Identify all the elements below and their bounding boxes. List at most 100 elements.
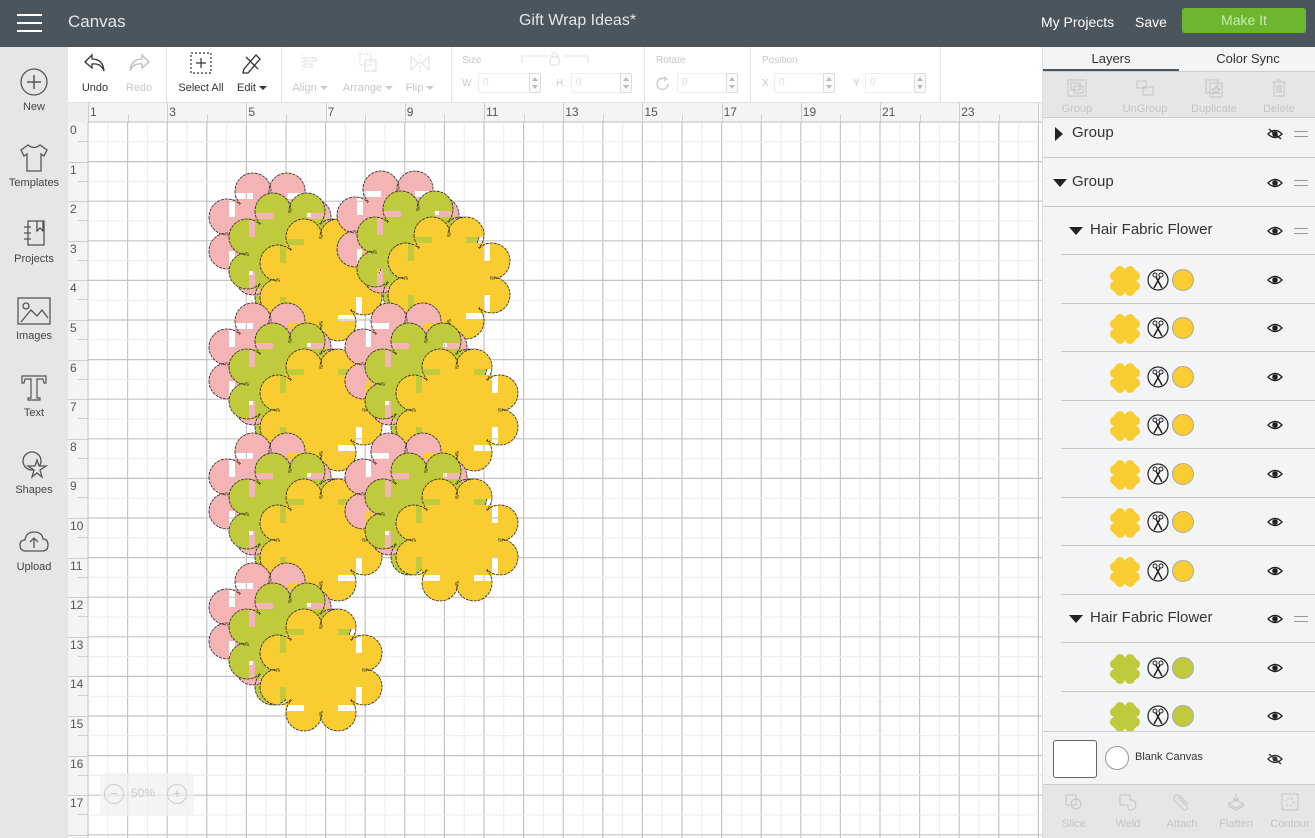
collapse-triangle-icon[interactable] xyxy=(1055,127,1063,141)
scissors-cut-icon[interactable] xyxy=(1147,414,1169,436)
eye-hidden-icon[interactable] xyxy=(1267,128,1283,140)
drag-handle-icon[interactable] xyxy=(1294,179,1308,186)
contour-button[interactable]: Contour xyxy=(1263,793,1315,830)
eye-icon[interactable] xyxy=(1267,225,1283,237)
eye-icon[interactable] xyxy=(1267,322,1283,334)
layer-color-swatch[interactable] xyxy=(1172,317,1194,339)
zoom-out-button[interactable]: − xyxy=(104,784,124,804)
flatten-button[interactable]: Flatten xyxy=(1209,793,1263,830)
eye-icon[interactable] xyxy=(1267,565,1283,577)
save-button[interactable]: Save xyxy=(1135,14,1167,30)
layer-shape-row[interactable] xyxy=(1061,304,1315,352)
layer-color-swatch[interactable] xyxy=(1172,414,1194,436)
arrange-dropdown[interactable]: Arrange xyxy=(340,51,396,94)
scissors-cut-icon[interactable] xyxy=(1147,656,1169,679)
drag-handle-icon[interactable] xyxy=(1294,228,1308,234)
width-stepper[interactable] xyxy=(529,73,541,93)
layer-color-swatch[interactable] xyxy=(1172,511,1194,533)
attach-button[interactable]: Attach xyxy=(1155,793,1209,830)
scissors-cut-icon[interactable] xyxy=(1147,511,1169,533)
layer-group-row[interactable]: Group xyxy=(1043,118,1315,158)
weld-button[interactable]: Weld xyxy=(1101,793,1155,830)
layers-list[interactable]: Group Group Hair Fabric Flower Hair Fabric … xyxy=(1043,117,1315,731)
height-input[interactable]: 0 xyxy=(571,73,621,93)
layer-shape-row[interactable] xyxy=(1061,547,1315,595)
eye-icon[interactable] xyxy=(1267,468,1283,480)
layer-color-swatch[interactable] xyxy=(1172,559,1194,582)
layer-color-swatch[interactable] xyxy=(1172,462,1194,485)
sidebar-item-templates[interactable]: Templates xyxy=(0,143,68,213)
expand-triangle-icon[interactable] xyxy=(1069,227,1083,235)
layer-subgroup-row[interactable]: Hair Fabric Flower xyxy=(1061,207,1315,255)
eye-icon[interactable] xyxy=(1267,419,1283,431)
layer-color-swatch[interactable] xyxy=(1172,705,1194,727)
undo-button[interactable]: Undo xyxy=(80,51,110,94)
rotate-stepper[interactable] xyxy=(726,73,738,93)
sidebar-item-new[interactable]: New xyxy=(0,67,68,137)
scissors-cut-icon[interactable] xyxy=(1147,268,1169,291)
x-input[interactable]: 0 xyxy=(774,73,824,93)
eye-hidden-icon[interactable] xyxy=(1267,753,1283,765)
delete-button[interactable]: Delete xyxy=(1249,78,1309,115)
sidebar-item-text[interactable]: Text xyxy=(0,373,68,443)
make-it-button[interactable]: Make It xyxy=(1182,8,1306,33)
layer-subgroup-row[interactable]: Hair Fabric Flower xyxy=(1061,595,1315,643)
height-stepper[interactable] xyxy=(620,73,632,93)
rotate-input[interactable]: 0 xyxy=(677,73,727,93)
blank-canvas-swatch[interactable] xyxy=(1053,740,1097,778)
scissors-cut-icon[interactable] xyxy=(1147,462,1169,485)
slice-button[interactable]: Slice xyxy=(1047,793,1101,830)
eye-icon[interactable] xyxy=(1267,371,1283,383)
drag-handle-icon[interactable] xyxy=(1294,616,1308,622)
layer-color-swatch[interactable] xyxy=(1172,268,1194,291)
layer-shape-row[interactable] xyxy=(1061,353,1315,401)
scissors-cut-icon[interactable] xyxy=(1147,365,1169,388)
eye-icon[interactable] xyxy=(1267,274,1283,286)
width-input[interactable]: 0 xyxy=(478,73,530,93)
group-button[interactable]: Group xyxy=(1047,78,1107,115)
zoom-in-button[interactable]: + xyxy=(167,784,187,804)
select-all-button[interactable]: Select All xyxy=(176,51,226,94)
expand-triangle-icon[interactable] xyxy=(1053,178,1067,187)
blank-canvas-row[interactable]: Blank Canvas xyxy=(1043,731,1315,783)
sidebar-item-shapes[interactable]: Shapes xyxy=(0,450,68,520)
align-dropdown[interactable]: Align xyxy=(286,51,334,94)
layer-group-row[interactable]: Group xyxy=(1043,159,1315,207)
drag-handle-icon[interactable] xyxy=(1294,131,1308,137)
sidebar-item-projects[interactable]: Projects xyxy=(0,219,68,289)
edit-dropdown[interactable]: Edit xyxy=(234,51,270,94)
flip-dropdown[interactable]: Flip xyxy=(402,51,438,94)
expand-triangle-icon[interactable] xyxy=(1069,615,1083,623)
layer-shape-row[interactable] xyxy=(1061,401,1315,449)
lock-icon[interactable] xyxy=(520,51,590,67)
layer-color-swatch[interactable] xyxy=(1172,656,1194,679)
eye-icon[interactable] xyxy=(1267,710,1283,722)
x-stepper[interactable] xyxy=(823,73,835,93)
eye-icon[interactable] xyxy=(1267,177,1283,189)
scissors-cut-icon[interactable] xyxy=(1147,705,1169,727)
duplicate-button[interactable]: Duplicate xyxy=(1184,78,1244,115)
my-projects-link[interactable]: My Projects xyxy=(1041,14,1114,30)
y-stepper[interactable] xyxy=(914,73,926,93)
sidebar-item-upload[interactable]: Upload xyxy=(0,527,68,597)
eye-icon[interactable] xyxy=(1267,662,1283,674)
layer-shape-row[interactable] xyxy=(1061,692,1315,731)
layer-shape-row[interactable] xyxy=(1061,498,1315,546)
layer-color-swatch[interactable] xyxy=(1172,365,1194,388)
tab-layers[interactable]: Layers xyxy=(1043,47,1179,71)
layer-shape-row[interactable] xyxy=(1061,450,1315,498)
redo-button[interactable]: Redo xyxy=(124,51,154,94)
design-canvas[interactable]: 1 3 5 7 9 11 13 15 17 19 21 23 0 1 2 3 4 5 6 7 8 9 10 11 12 13 14… xyxy=(68,103,1042,838)
ungroup-button[interactable]: UnGroup xyxy=(1115,78,1175,115)
blank-canvas-color[interactable] xyxy=(1105,746,1129,770)
y-input[interactable]: 0 xyxy=(865,73,915,93)
layer-shape-row[interactable] xyxy=(1061,644,1315,692)
sidebar-item-images[interactable]: Images xyxy=(0,296,68,366)
canvas-grid[interactable] xyxy=(88,122,1042,838)
tab-color-sync[interactable]: Color Sync xyxy=(1180,47,1315,71)
eye-icon[interactable] xyxy=(1267,516,1283,528)
scissors-cut-icon[interactable] xyxy=(1147,559,1169,582)
eye-icon[interactable] xyxy=(1267,613,1283,625)
scissors-cut-icon[interactable] xyxy=(1147,317,1169,339)
layer-shape-row[interactable] xyxy=(1061,256,1315,304)
